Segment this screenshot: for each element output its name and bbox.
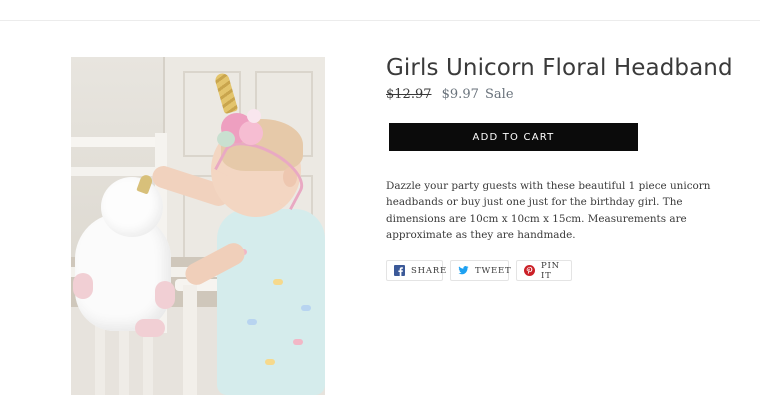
share-facebook-button[interactable]: SHARE — [386, 260, 446, 281]
social-sharing: SHARE TWEET PIN IT — [386, 260, 572, 281]
product-title: Girls Unicorn Floral Headband — [386, 55, 733, 81]
regular-price: $12.97 — [386, 87, 432, 102]
share-label: SHARE — [411, 265, 447, 276]
product-description: Dazzle your party guests with these beau… — [386, 180, 711, 241]
facebook-icon — [394, 265, 405, 276]
tweet-button[interactable]: TWEET — [450, 260, 512, 281]
pin-it-button[interactable]: PIN IT — [516, 260, 572, 281]
add-to-cart-button[interactable]: ADD TO CART — [389, 123, 638, 151]
tweet-label: TWEET — [475, 265, 512, 276]
sale-price: $9.97 — [441, 87, 479, 102]
pinterest-icon — [524, 265, 535, 276]
sale-label: Sale — [485, 87, 514, 102]
price: $12.97 $9.97 Sale — [386, 87, 514, 102]
baby-dress — [217, 209, 325, 395]
twitter-icon — [458, 265, 469, 276]
header-divider — [0, 20, 760, 21]
product-image[interactable] — [71, 57, 325, 395]
pin-label: PIN IT — [541, 260, 560, 281]
product-page: Girls Unicorn Floral Headband $12.97 $9.… — [0, 0, 760, 408]
